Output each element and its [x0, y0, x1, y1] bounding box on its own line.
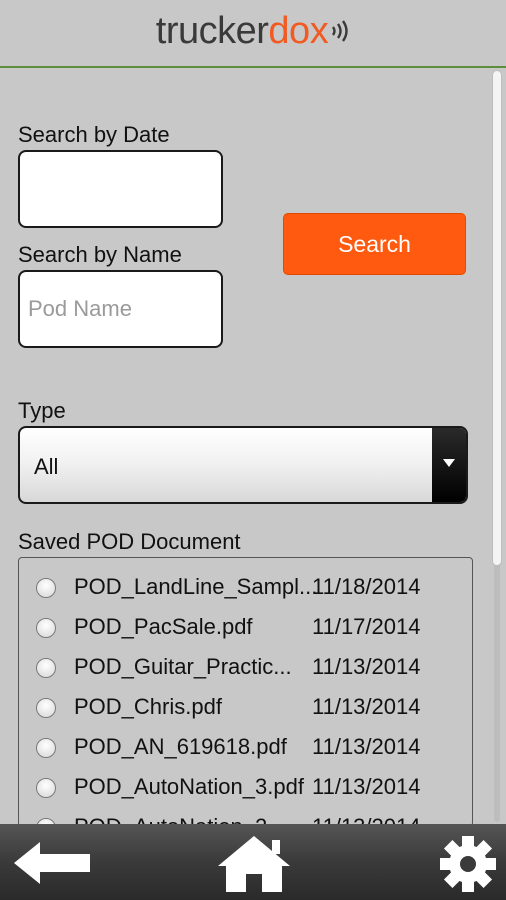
- signal-waves-icon: [332, 20, 348, 42]
- document-row[interactable]: POD_LandLine_Sampl... 11/18/2014: [19, 570, 472, 610]
- gear-icon[interactable]: [436, 834, 500, 894]
- type-label: Type: [18, 398, 66, 423]
- type-select-value: All: [34, 454, 59, 479]
- document-row[interactable]: POD_Chris.pdf 11/13/2014: [19, 690, 472, 730]
- search-by-date-label: Search by Date: [18, 122, 170, 147]
- home-icon[interactable]: [214, 832, 294, 896]
- document-radio[interactable]: [36, 778, 56, 798]
- document-row[interactable]: POD_Guitar_Practic... 11/13/2014: [19, 650, 472, 690]
- document-row[interactable]: POD_AN_619618.pdf 11/13/2014: [19, 730, 472, 770]
- document-radio[interactable]: [36, 658, 56, 678]
- vertical-scrollbar[interactable]: [492, 70, 502, 822]
- document-name: POD_LandLine_Sampl...: [74, 574, 318, 599]
- app-header: trucker dox: [0, 0, 506, 68]
- document-date: 11/13/2014: [312, 734, 421, 759]
- document-name: POD_Guitar_Practic...: [74, 654, 292, 679]
- document-name: POD_AN_619618.pdf: [74, 734, 287, 759]
- document-radio[interactable]: [36, 618, 56, 638]
- dropdown-arrow-icon: [432, 428, 466, 502]
- search-date-input[interactable]: [18, 150, 223, 228]
- document-radio[interactable]: [36, 738, 56, 758]
- document-name: POD_AutoNation_3.pdf: [74, 774, 304, 799]
- scroll-thumb[interactable]: [492, 70, 502, 566]
- bottom-navigation-bar: [0, 824, 506, 900]
- document-date: 11/18/2014: [312, 574, 421, 599]
- search-by-name-label: Search by Name: [18, 242, 182, 267]
- document-row[interactable]: POD_AutoNation_3.pdf 11/13/2014: [19, 770, 472, 810]
- document-date: 11/13/2014: [312, 654, 421, 679]
- logo-text-dox: dox: [268, 10, 329, 52]
- saved-pod-document-label: Saved POD Document: [18, 529, 241, 554]
- truckerdox-logo: trucker dox: [156, 12, 350, 50]
- document-date: 11/13/2014: [312, 774, 421, 799]
- document-radio[interactable]: [36, 698, 56, 718]
- search-button[interactable]: Search: [283, 213, 466, 275]
- document-name: POD_Chris.pdf: [74, 694, 222, 719]
- saved-document-list[interactable]: POD_LandLine_Sampl... 11/18/2014 POD_Pac…: [18, 557, 473, 827]
- document-row[interactable]: POD_PacSale.pdf 11/17/2014: [19, 610, 472, 650]
- type-select[interactable]: All: [18, 426, 468, 504]
- document-date: 11/17/2014: [312, 614, 421, 639]
- document-name: POD_PacSale.pdf: [74, 614, 253, 639]
- pod-name-input[interactable]: [18, 270, 223, 348]
- document-radio[interactable]: [36, 578, 56, 598]
- document-date: 11/13/2014: [312, 694, 421, 719]
- back-arrow-icon[interactable]: [10, 838, 94, 888]
- logo-text-trucker: trucker: [155, 10, 269, 52]
